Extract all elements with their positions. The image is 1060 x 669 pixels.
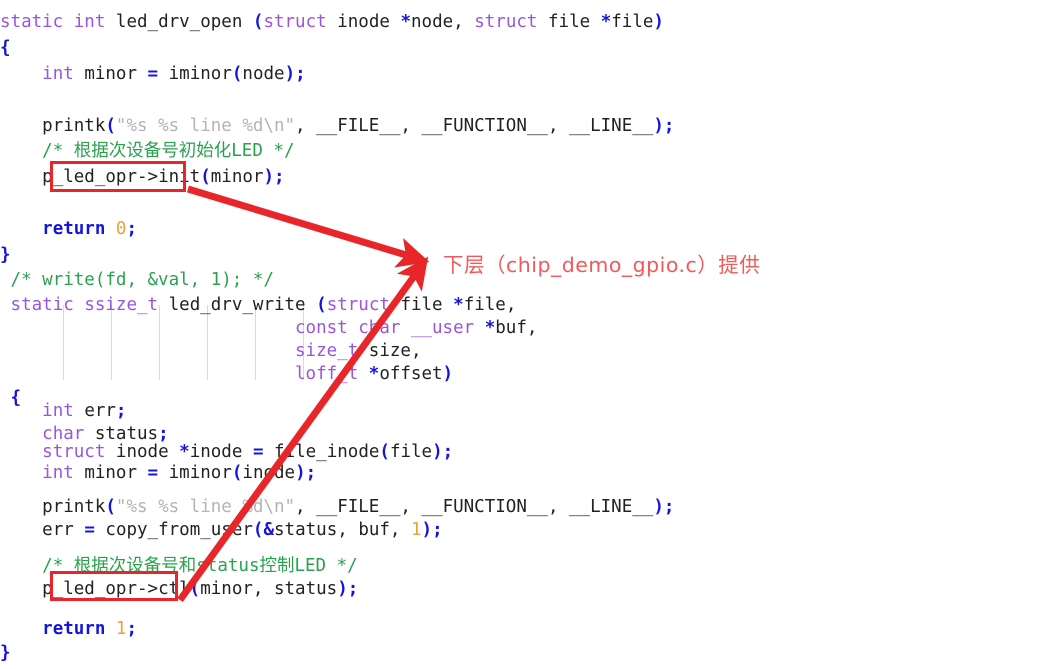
code-line: /* write(fd, &val, 1); */ — [10, 270, 274, 290]
highlight-box-p-led-opr-open — [50, 161, 186, 192]
code-screenshot: static int led_drv_open (struct inode *n… — [0, 0, 1060, 669]
code-line: size_t size, — [295, 341, 422, 361]
code-line: return 0; — [42, 219, 138, 239]
code-line: return 1; — [42, 619, 138, 639]
code-line: loff_t *offset) — [295, 364, 454, 384]
code-line: static int led_drv_open (struct inode *n… — [0, 12, 664, 32]
code-line: { — [0, 38, 11, 58]
code-line: static ssize_t led_drv_write (struct fil… — [10, 295, 517, 315]
code-line: printk("%s %s line %d\n", __FILE__, __FU… — [42, 497, 675, 517]
code-line: err = copy_from_user(&status, buf, 1); — [42, 520, 443, 540]
highlight-box-p-led-opr-write — [50, 571, 178, 601]
code-line: const char __user *buf, — [295, 318, 538, 338]
code-line: int minor = iminor(inode); — [42, 463, 317, 483]
code-line: int err; — [42, 401, 127, 421]
code-line: } — [0, 245, 11, 265]
code-line: int minor = iminor(node); — [42, 64, 306, 84]
code-editor-content[interactable]: static int led_drv_open (struct inode *n… — [0, 0, 1060, 669]
code-line: printk("%s %s line %d\n", __FILE__, __FU… — [42, 116, 675, 136]
annotation-note: 下层（chip_demo_gpio.c）提供 — [443, 253, 761, 277]
code-line: } — [0, 643, 11, 663]
